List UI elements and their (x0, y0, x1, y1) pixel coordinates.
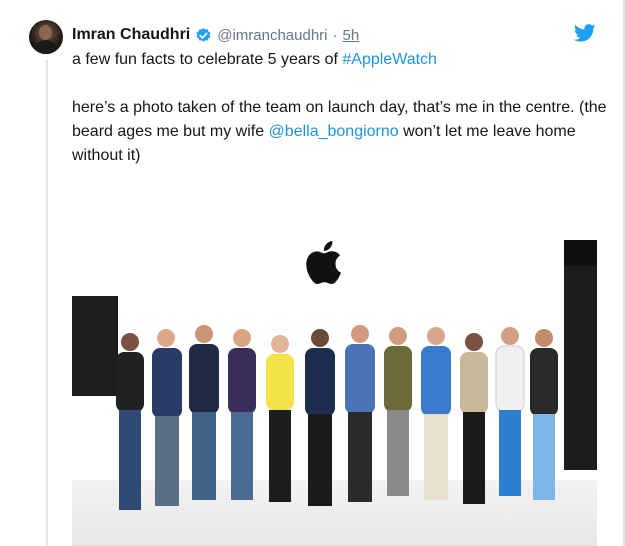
person-figure (152, 329, 182, 506)
avatar-body (34, 40, 58, 54)
person-figure (421, 327, 451, 500)
verified-badge-icon (196, 27, 211, 42)
person-figure (116, 333, 144, 510)
person-figure (345, 325, 375, 502)
tweet-header: Imran Chaudhri @imranchaudhri · 5h (72, 24, 359, 46)
photo-right-panel-top (564, 240, 597, 266)
person-figure (460, 333, 488, 504)
person-figure (266, 335, 294, 502)
person-figure (305, 329, 335, 506)
apple-logo-icon (306, 241, 341, 285)
person-figure (495, 327, 525, 496)
avatar-head (39, 25, 52, 40)
tweet-timestamp[interactable]: 5h (343, 27, 360, 44)
person-figure (228, 329, 256, 500)
hashtag-link[interactable]: #AppleWatch (342, 51, 437, 68)
thread-line (46, 60, 48, 546)
header-separator: · (332, 26, 338, 44)
person-figure (384, 327, 412, 496)
avatar[interactable] (29, 20, 63, 54)
tweet-text: a few fun facts to celebrate 5 years of (72, 51, 343, 68)
twitter-bird-icon[interactable] (574, 24, 596, 42)
mention-link[interactable]: @bella_bongiorno (269, 123, 399, 140)
person-figure (530, 329, 558, 500)
author-handle[interactable]: @imranchaudhri (217, 27, 327, 44)
team-group-photo (116, 325, 558, 510)
tweet-text-paragraph2: here’s a photo taken of the team on laun… (72, 96, 607, 168)
person-figure (189, 325, 219, 500)
tweet-text-line1: a few fun facts to celebrate 5 years of … (72, 48, 607, 72)
tweet-card: Imran Chaudhri @imranchaudhri · 5h a few… (0, 0, 625, 546)
author-name[interactable]: Imran Chaudhri (72, 26, 190, 44)
photo-right-panel (564, 240, 597, 470)
tweet-photo[interactable] (72, 180, 597, 546)
